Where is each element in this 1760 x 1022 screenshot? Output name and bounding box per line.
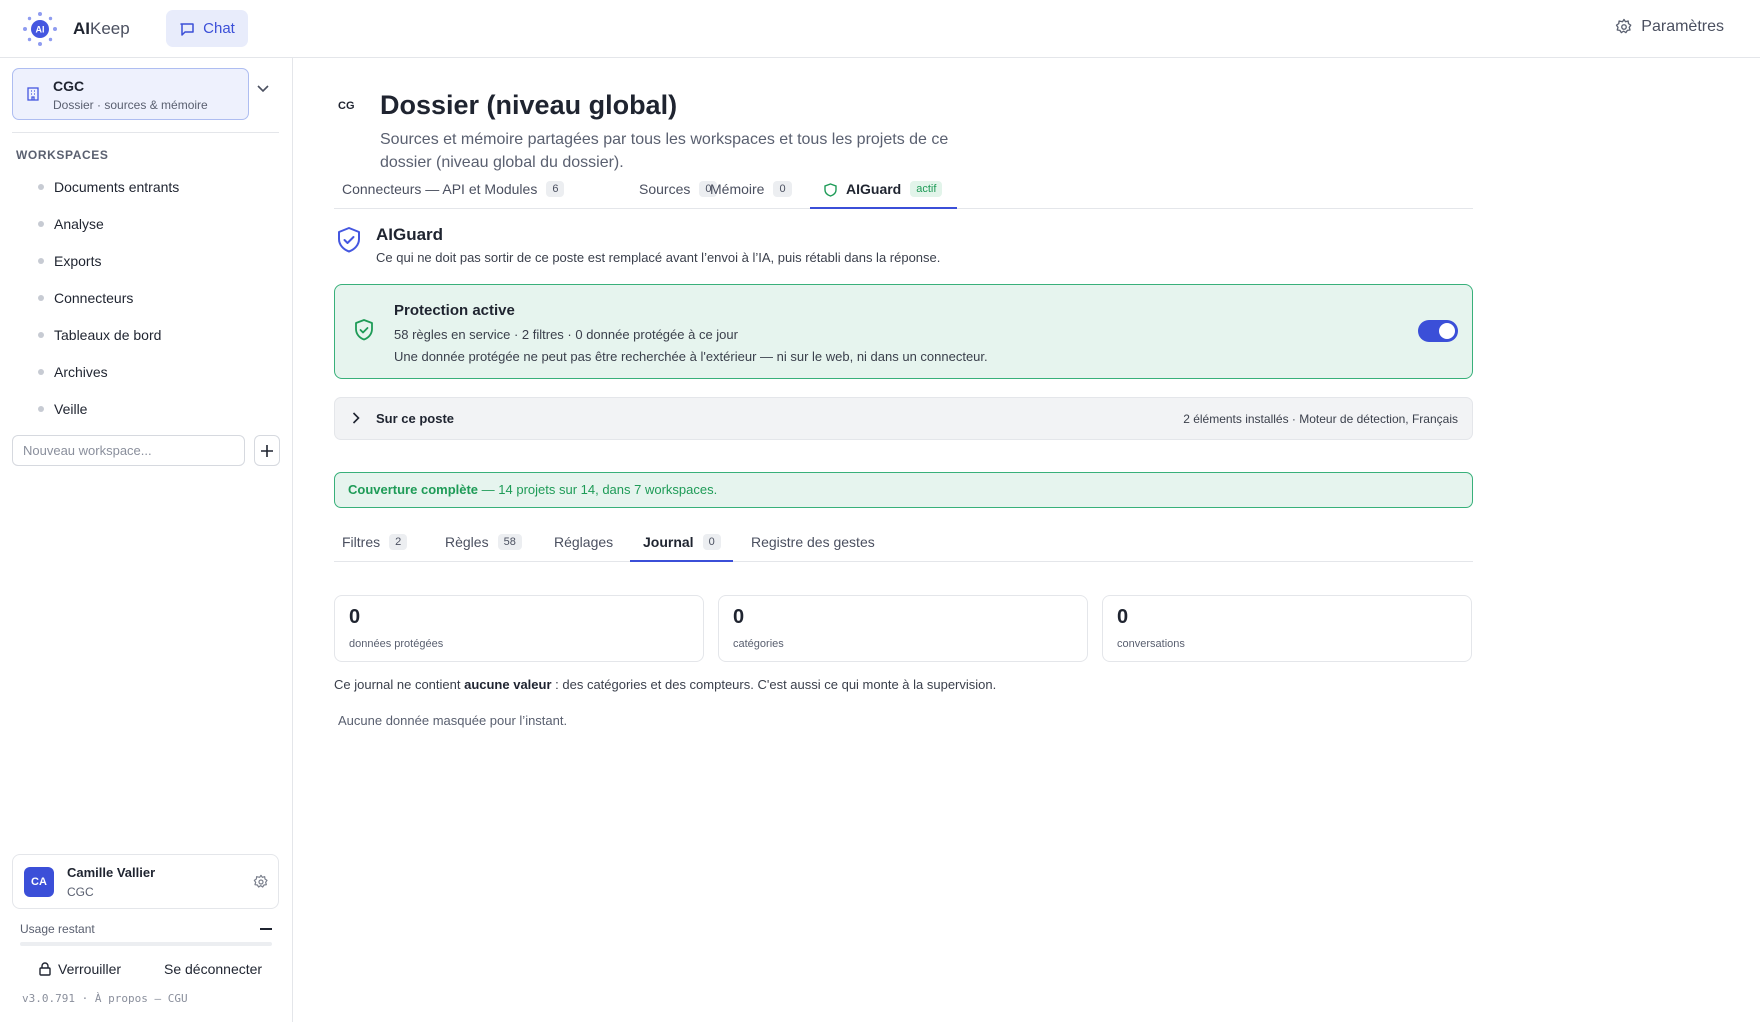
- aiguard-title: AIGuard: [376, 225, 444, 244]
- stat-value: 0: [733, 606, 745, 628]
- sidebar-item-analyse[interactable]: Analyse: [28, 205, 278, 242]
- tab-count: 0: [773, 181, 792, 197]
- workspaces-heading: WORKSPACES: [16, 148, 109, 162]
- settings-label: Paramètres: [1641, 18, 1724, 35]
- sidebar-item-veille[interactable]: Veille: [28, 390, 278, 427]
- sidebar: CGC Dossier · sources & mémoire WORKSPAC…: [0, 58, 293, 1022]
- shield-check-icon: [355, 319, 373, 341]
- status-badge: actif: [910, 181, 943, 197]
- page-title: Dossier (niveau global): [380, 90, 678, 120]
- dossier-subtitle: Dossier · sources & mémoire: [53, 98, 208, 112]
- bullet-icon: [38, 257, 44, 264]
- sidebar-item-exports[interactable]: Exports: [28, 242, 278, 279]
- bullet-icon: [38, 405, 44, 412]
- bullet-icon: [38, 368, 44, 375]
- coverage-banner: Couverture complète — 14 projets sur 14,…: [334, 472, 1473, 508]
- version-footer[interactable]: v3.0.791 · À propos — CGU: [22, 992, 188, 1005]
- stat-label: données protégées: [349, 638, 444, 650]
- chat-bubble-icon: [180, 22, 194, 36]
- bullet-icon: [38, 183, 44, 190]
- add-workspace-button[interactable]: [254, 435, 280, 466]
- aiguard-description: Ce qui ne doit pas sortir de ce poste es…: [376, 250, 941, 265]
- stat-card: 0 catégories: [718, 595, 1088, 662]
- plus-icon: [261, 444, 273, 457]
- dossier-badge: CG: [338, 100, 355, 112]
- stat-label: conversations: [1117, 638, 1185, 650]
- tab-sources[interactable]: Sources 0: [639, 179, 718, 209]
- dossier-name: CGC: [53, 78, 85, 94]
- building-icon: [27, 87, 39, 101]
- tab-count: 2: [389, 534, 408, 550]
- chevron-right-icon: [352, 412, 360, 424]
- svg-text:AI: AI: [36, 25, 45, 35]
- shield-check-icon: [338, 227, 360, 253]
- protection-note: Une donnée protégée ne peut pas être rec…: [394, 349, 988, 364]
- main-tabs: Connecteurs — API et Modules 6 Sources 0 M…: [334, 179, 1473, 209]
- stat-value: 0: [1117, 606, 1129, 628]
- workspace-list: Documents entrants Analyse Exports Conne…: [28, 168, 278, 427]
- chat-button[interactable]: Chat: [166, 10, 248, 47]
- user-name: Camille Vallier: [67, 865, 156, 880]
- tab-aiguard[interactable]: AIGuard actif: [810, 179, 957, 209]
- aikeep-logo-icon: AI: [23, 12, 57, 46]
- poste-info: 2 éléments installés · Moteur de détecti…: [1183, 412, 1458, 426]
- usage-label: Usage restant: [20, 922, 95, 936]
- usage-bar: [20, 942, 272, 946]
- logout-button[interactable]: Se déconnecter: [164, 961, 262, 977]
- stat-value: 0: [349, 606, 361, 628]
- divider: [12, 132, 279, 133]
- page-subtitle: Sources et mémoire partagées par tous le…: [380, 131, 949, 171]
- dossier-selector[interactable]: CGC Dossier · sources & mémoire: [12, 68, 249, 120]
- user-org: CGC: [67, 885, 94, 899]
- brand-name: AIKeep: [73, 19, 130, 38]
- protection-summary: 58 règles en service · 2 filtres · 0 don…: [394, 327, 738, 342]
- protection-title: Protection active: [394, 302, 515, 319]
- aiguard-subtabs: Filtres 2 Règles 58 Réglages Journal 0 Regi…: [334, 532, 1473, 562]
- tab-count: 0: [702, 534, 721, 550]
- stat-label: catégories: [733, 638, 784, 650]
- shield-icon: [824, 183, 837, 197]
- journal-note: Ce journal ne contient aucune valeur : d…: [334, 677, 997, 692]
- sidebar-item-archives[interactable]: Archives: [28, 353, 278, 390]
- poste-disclosure[interactable]: Sur ce poste 2 éléments installés · Mote…: [334, 397, 1473, 440]
- tab-regles[interactable]: Règles 58: [445, 532, 522, 562]
- bullet-icon: [38, 331, 44, 338]
- sidebar-item-connecteurs[interactable]: Connecteurs: [28, 279, 278, 316]
- tab-count: 6: [546, 181, 565, 197]
- collapse-icon[interactable]: [260, 928, 272, 930]
- lock-label: Verrouiller: [58, 961, 122, 977]
- user-card: CA Camille Vallier CGC: [12, 854, 279, 909]
- tab-journal[interactable]: Journal 0: [630, 532, 733, 562]
- tab-registre-des-gestes[interactable]: Registre des gestes: [751, 532, 875, 562]
- top-bar: AI AIKeep Chat Paramètres: [0, 0, 1760, 58]
- gear-icon: [1616, 18, 1632, 34]
- avatar: CA: [24, 867, 54, 897]
- stat-card: 0 conversations: [1102, 595, 1472, 662]
- main-content: CG Dossier (niveau global) Sources et mé…: [294, 58, 1760, 1022]
- gear-icon[interactable]: [253, 874, 269, 890]
- lock-button[interactable]: Verrouiller: [38, 961, 121, 977]
- new-workspace-input[interactable]: [12, 435, 245, 466]
- sidebar-item-tableaux-de-bord[interactable]: Tableaux de bord: [28, 316, 278, 353]
- poste-label: Sur ce poste: [376, 411, 455, 426]
- sidebar-item-documents-entrants[interactable]: Documents entrants: [28, 168, 278, 205]
- stat-card: 0 données protégées: [334, 595, 704, 662]
- protection-panel: Protection active 58 règles en service ·…: [334, 284, 1473, 379]
- tab-connecteurs[interactable]: Connecteurs — API et Modules 6: [342, 179, 565, 209]
- empty-state: Aucune donnée masquée pour l’instant.: [338, 713, 568, 728]
- tab-filtres[interactable]: Filtres 2: [342, 532, 408, 562]
- tab-memoire[interactable]: Mémoire 0: [710, 179, 792, 209]
- tab-count: 58: [497, 534, 522, 550]
- chevron-down-icon[interactable]: [257, 85, 269, 93]
- settings-button[interactable]: Paramètres: [1615, 18, 1724, 36]
- lock-icon: [39, 962, 51, 976]
- protection-toggle[interactable]: [1418, 320, 1458, 342]
- bullet-icon: [38, 294, 44, 301]
- bullet-icon: [38, 220, 44, 227]
- chat-label: Chat: [203, 20, 235, 37]
- tab-reglages[interactable]: Réglages: [554, 532, 613, 562]
